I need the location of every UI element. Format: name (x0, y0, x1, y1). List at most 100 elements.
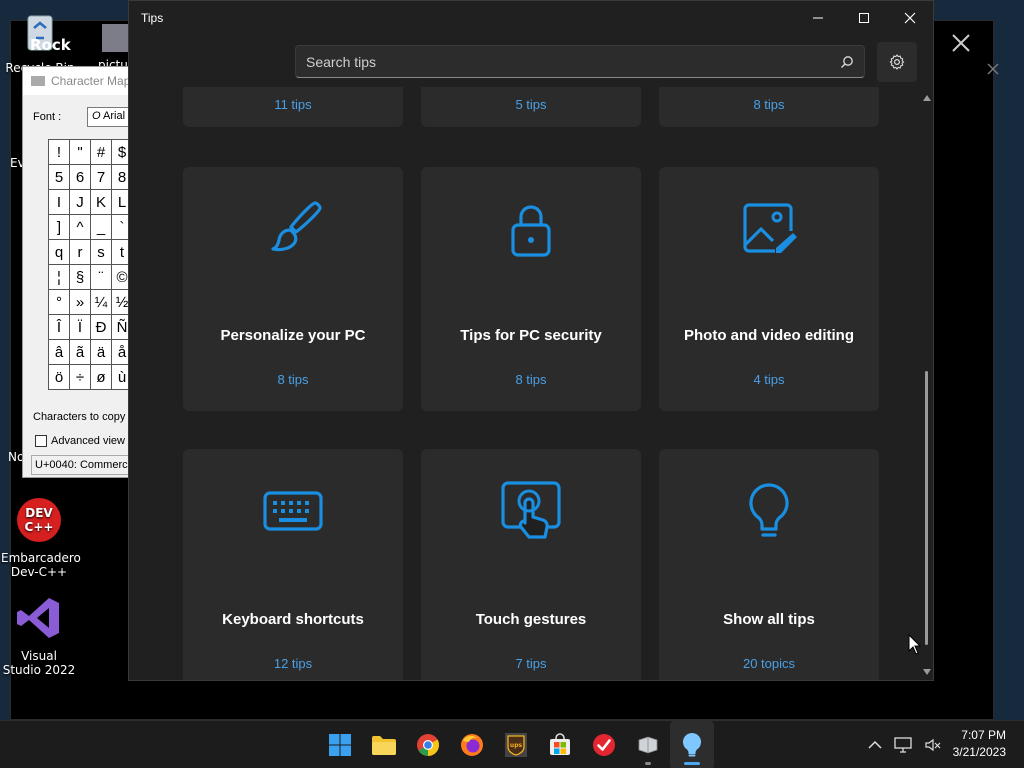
character-cell[interactable]: 7 (91, 165, 112, 190)
checkbox-box[interactable] (35, 435, 47, 447)
scroll-thumb[interactable] (925, 371, 928, 645)
network-icon[interactable] (894, 737, 912, 753)
scroll-up-icon[interactable] (923, 95, 931, 101)
close-button[interactable] (887, 1, 933, 35)
tip-count: 5 tips (515, 97, 547, 112)
character-cell[interactable]: ^ (70, 215, 91, 240)
taskbar-apps: ups (318, 721, 714, 768)
search-box[interactable] (295, 45, 865, 78)
character-cell[interactable]: § (70, 265, 91, 290)
character-cell[interactable]: # (91, 140, 112, 165)
charmap-titlebar[interactable]: Character Map (23, 67, 131, 95)
charmap-title: Character Map (51, 74, 131, 88)
character-cell[interactable]: ] (49, 215, 70, 240)
character-cell[interactable]: 5 (49, 165, 70, 190)
tip-card-count: 7 tips (515, 656, 547, 671)
chrome-icon (417, 734, 439, 756)
tip-card-all[interactable]: Show all tips 20 topics (659, 449, 879, 680)
desktop-icon-devcpp[interactable]: DEV C++ Embarcadero Dev-C++ (1, 496, 81, 579)
tip-card-keyboard[interactable]: Keyboard shortcuts 12 tips (183, 449, 403, 680)
taskbar-firefox[interactable] (450, 721, 494, 768)
tip-card-photo[interactable]: Photo and video editing 4 tips (659, 167, 879, 411)
taskbar: ups 7:07 PM 3/21/2023 (0, 720, 1024, 768)
search-icon[interactable] (840, 55, 854, 69)
character-cell[interactable]: ö (49, 365, 70, 390)
search-input[interactable] (306, 53, 840, 70)
maximize-icon (859, 13, 869, 23)
tips-window-title: Tips (141, 11, 164, 25)
character-cell[interactable]: Î (49, 315, 70, 340)
tip-card-title: Show all tips (723, 611, 815, 628)
taskbar-ups[interactable]: ups (494, 721, 538, 768)
character-cell[interactable]: ¼ (91, 290, 112, 315)
charmap-app-icon (31, 76, 45, 86)
tip-card-title: Keyboard shortcuts (222, 611, 364, 628)
tip-count: 11 tips (274, 97, 312, 112)
taskbar-file-explorer[interactable] (362, 721, 406, 768)
tip-card-count: 8 tips (515, 372, 547, 387)
advanced-view-checkbox[interactable]: Advanced view (35, 435, 125, 447)
settings-button[interactable] (877, 42, 917, 82)
chevron-up-icon[interactable] (868, 740, 882, 750)
character-cell[interactable]: Ï (70, 315, 91, 340)
start-button[interactable] (318, 721, 362, 768)
ups-icon: ups (505, 733, 527, 757)
active-indicator (684, 762, 700, 765)
picture-thumbnail[interactable] (102, 24, 128, 52)
desktop-icon-visual-studio[interactable]: Visual Studio 2022 (1, 594, 77, 677)
character-cell[interactable]: Ð (91, 315, 112, 340)
character-grid[interactable]: ! " # $5 6 7 8 I J K L] ^ _ ` q r s t ¦ § ¨ © °» ¼ ½ Î Ï Ð Ñâ ã ä å ö ÷ ø ù (48, 139, 133, 390)
photo-edit-icon (743, 203, 797, 253)
character-cell[interactable]: ã (70, 340, 91, 365)
character-cell[interactable]: ¨ (91, 265, 112, 290)
taskbar-chrome[interactable] (406, 721, 450, 768)
character-cell[interactable]: r (70, 240, 91, 265)
background-close-icon-2[interactable] (986, 62, 1000, 76)
maximize-button[interactable] (841, 1, 887, 35)
character-cell[interactable]: ÷ (70, 365, 91, 390)
character-cell[interactable]: » (70, 290, 91, 315)
character-cell[interactable]: â (49, 340, 70, 365)
character-cell[interactable]: ! (49, 140, 70, 165)
character-cell[interactable]: ° (49, 290, 70, 315)
tip-card-security[interactable]: Tips for PC security 8 tips (421, 167, 641, 411)
tips-content[interactable]: 11 tips 5 tips 8 tips Personalize your P… (129, 87, 919, 680)
tips-window[interactable]: Tips 11 tips 5 tips 8 tips (128, 0, 934, 681)
character-cell[interactable]: s (91, 240, 112, 265)
tip-card-title: Tips for PC security (460, 327, 602, 344)
character-cell[interactable]: " (70, 140, 91, 165)
tip-card-top-2[interactable]: 5 tips (421, 87, 641, 127)
scrollbar[interactable] (921, 91, 933, 680)
tip-card-top-3[interactable]: 8 tips (659, 87, 879, 127)
tip-card-touch[interactable]: Touch gestures 7 tips (421, 449, 641, 680)
character-cell[interactable]: q (49, 240, 70, 265)
minimize-button[interactable] (795, 1, 841, 35)
character-cell[interactable]: 6 (70, 165, 91, 190)
character-map-icon (638, 736, 658, 754)
clock[interactable]: 7:07 PM 3/21/2023 (953, 727, 1006, 761)
character-cell[interactable]: _ (91, 215, 112, 240)
character-cell[interactable]: I (49, 190, 70, 215)
taskbar-character-map[interactable] (626, 721, 670, 768)
background-close-icon[interactable] (950, 32, 972, 54)
tip-card-personalize[interactable]: Personalize your PC 8 tips (183, 167, 403, 411)
taskbar-tips[interactable] (670, 721, 714, 768)
scroll-down-icon[interactable] (923, 669, 931, 675)
tip-card-count: 12 tips (273, 656, 313, 671)
visual-studio-icon (17, 598, 59, 638)
volume-muted-icon[interactable] (924, 737, 942, 753)
character-cell[interactable]: ø (91, 365, 112, 390)
character-cell[interactable]: ¦ (49, 265, 70, 290)
taskbar-microsoft-store[interactable] (538, 721, 582, 768)
clock-time: 7:07 PM (961, 728, 1006, 742)
character-map-window[interactable]: Character Map Font : O Arial ! " # $5 6 7 8 I J K… (22, 66, 147, 478)
character-cell[interactable]: ä (91, 340, 112, 365)
character-cell[interactable]: K (91, 190, 112, 215)
charmap-status: U+0040: Commercial At (31, 455, 131, 475)
taskbar-todo[interactable] (582, 721, 626, 768)
lightbulb-icon (749, 483, 789, 537)
gear-icon (889, 54, 905, 70)
character-cell[interactable]: J (70, 190, 91, 215)
tip-card-top-1[interactable]: 11 tips (183, 87, 403, 127)
devcpp-icon: DEV C++ (17, 498, 61, 542)
